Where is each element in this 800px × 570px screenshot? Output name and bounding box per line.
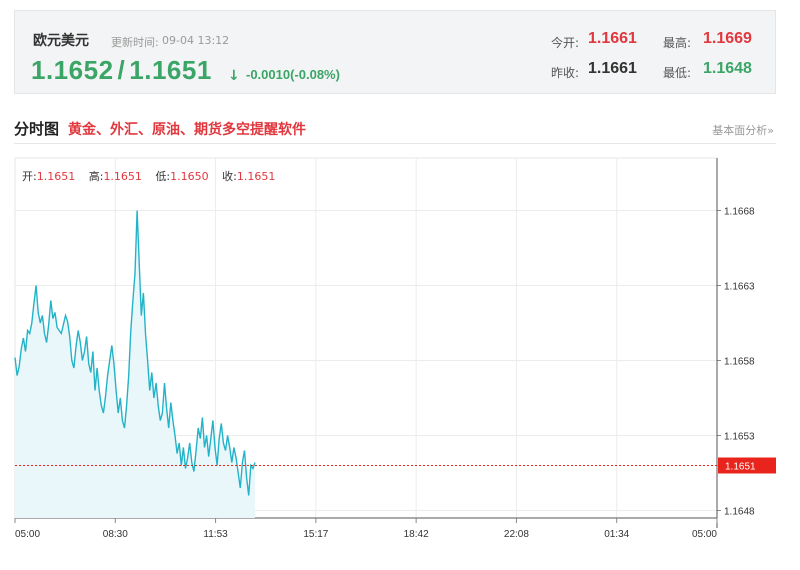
x-tick-label: 01:34 — [604, 529, 629, 540]
intraday-chart[interactable]: 1.1668 1.1663 1.1658 1.1653 1.1648 05:00 08:30… — [0, 0, 800, 570]
ohlc-low-value: 1.1650 — [170, 170, 209, 183]
ohlc-readout: 开:1.1651 高:1.1651 低:1.1650 收:1.1651 — [22, 168, 285, 184]
x-tick-label: 22:08 — [504, 529, 529, 540]
ohlc-high-value: 1.1651 — [103, 170, 142, 183]
current-price-label: 1.1651 — [725, 462, 756, 473]
ohlc-high-label: 高: — [88, 170, 104, 183]
ohlc-close-label: 收: — [222, 170, 237, 183]
x-tick-label: 15:17 — [303, 529, 328, 540]
y-tick-label: 1.1648 — [724, 507, 755, 518]
ohlc-open-label: 开: — [22, 170, 37, 183]
x-tick-label: 05:00 — [692, 529, 717, 540]
ohlc-open-value: 1.1651 — [36, 170, 76, 183]
y-tick-label: 1.1653 — [724, 432, 755, 443]
y-tick-label: 1.1668 — [724, 207, 755, 218]
x-tick-label: 11:53 — [203, 529, 228, 540]
x-tick-label: 05:00 — [15, 529, 40, 540]
chart-container: 1.1668 1.1663 1.1658 1.1653 1.1648 05:00 08:30… — [0, 0, 800, 570]
ohlc-low-label: 低: — [155, 170, 171, 183]
y-tick-label: 1.1658 — [724, 357, 755, 368]
y-tick-label: 1.1663 — [724, 282, 755, 293]
x-tick-label: 08:30 — [103, 529, 128, 540]
ohlc-close-value: 1.1651 — [236, 170, 276, 183]
x-tick-label: 18:42 — [404, 529, 429, 540]
